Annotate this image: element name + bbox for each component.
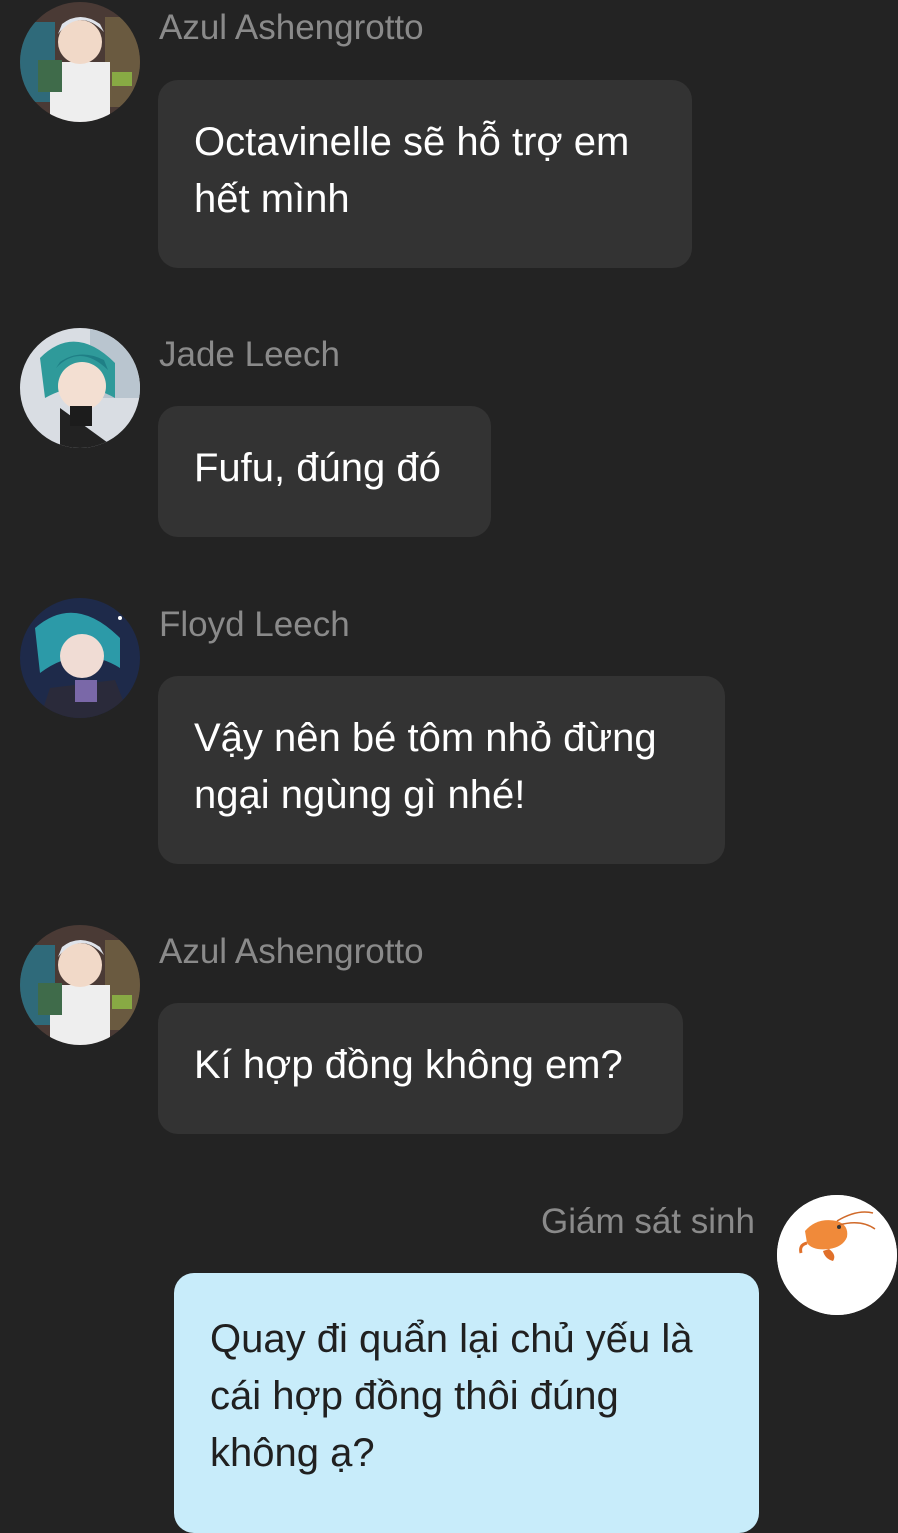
message-bubble[interactable]: Kí hợp đồng không em? <box>158 1003 683 1134</box>
sender-name: Giám sát sinh <box>541 1202 755 1241</box>
shrimp-avatar[interactable] <box>777 1195 897 1315</box>
sender-name: Azul Ashengrotto <box>159 932 424 971</box>
azul-avatar[interactable] <box>20 925 140 1045</box>
message-bubble[interactable]: Vậy nên bé tôm nhỏ đừng ngại ngùng gì nh… <box>158 676 725 864</box>
floyd-avatar[interactable] <box>20 598 140 718</box>
message-bubble-own[interactable]: Quay đi quẩn lại chủ yếu là cái hợp đồng… <box>174 1273 759 1533</box>
jade-avatar[interactable] <box>20 328 140 448</box>
sender-name: Azul Ashengrotto <box>159 8 424 47</box>
message-bubble[interactable]: Octavinelle sẽ hỗ trợ em hết mình <box>158 80 692 268</box>
message-bubble[interactable]: Fufu, đúng đó <box>158 406 491 537</box>
sender-name: Floyd Leech <box>159 605 350 644</box>
sender-name: Jade Leech <box>159 335 340 374</box>
azul-avatar[interactable] <box>20 2 140 122</box>
